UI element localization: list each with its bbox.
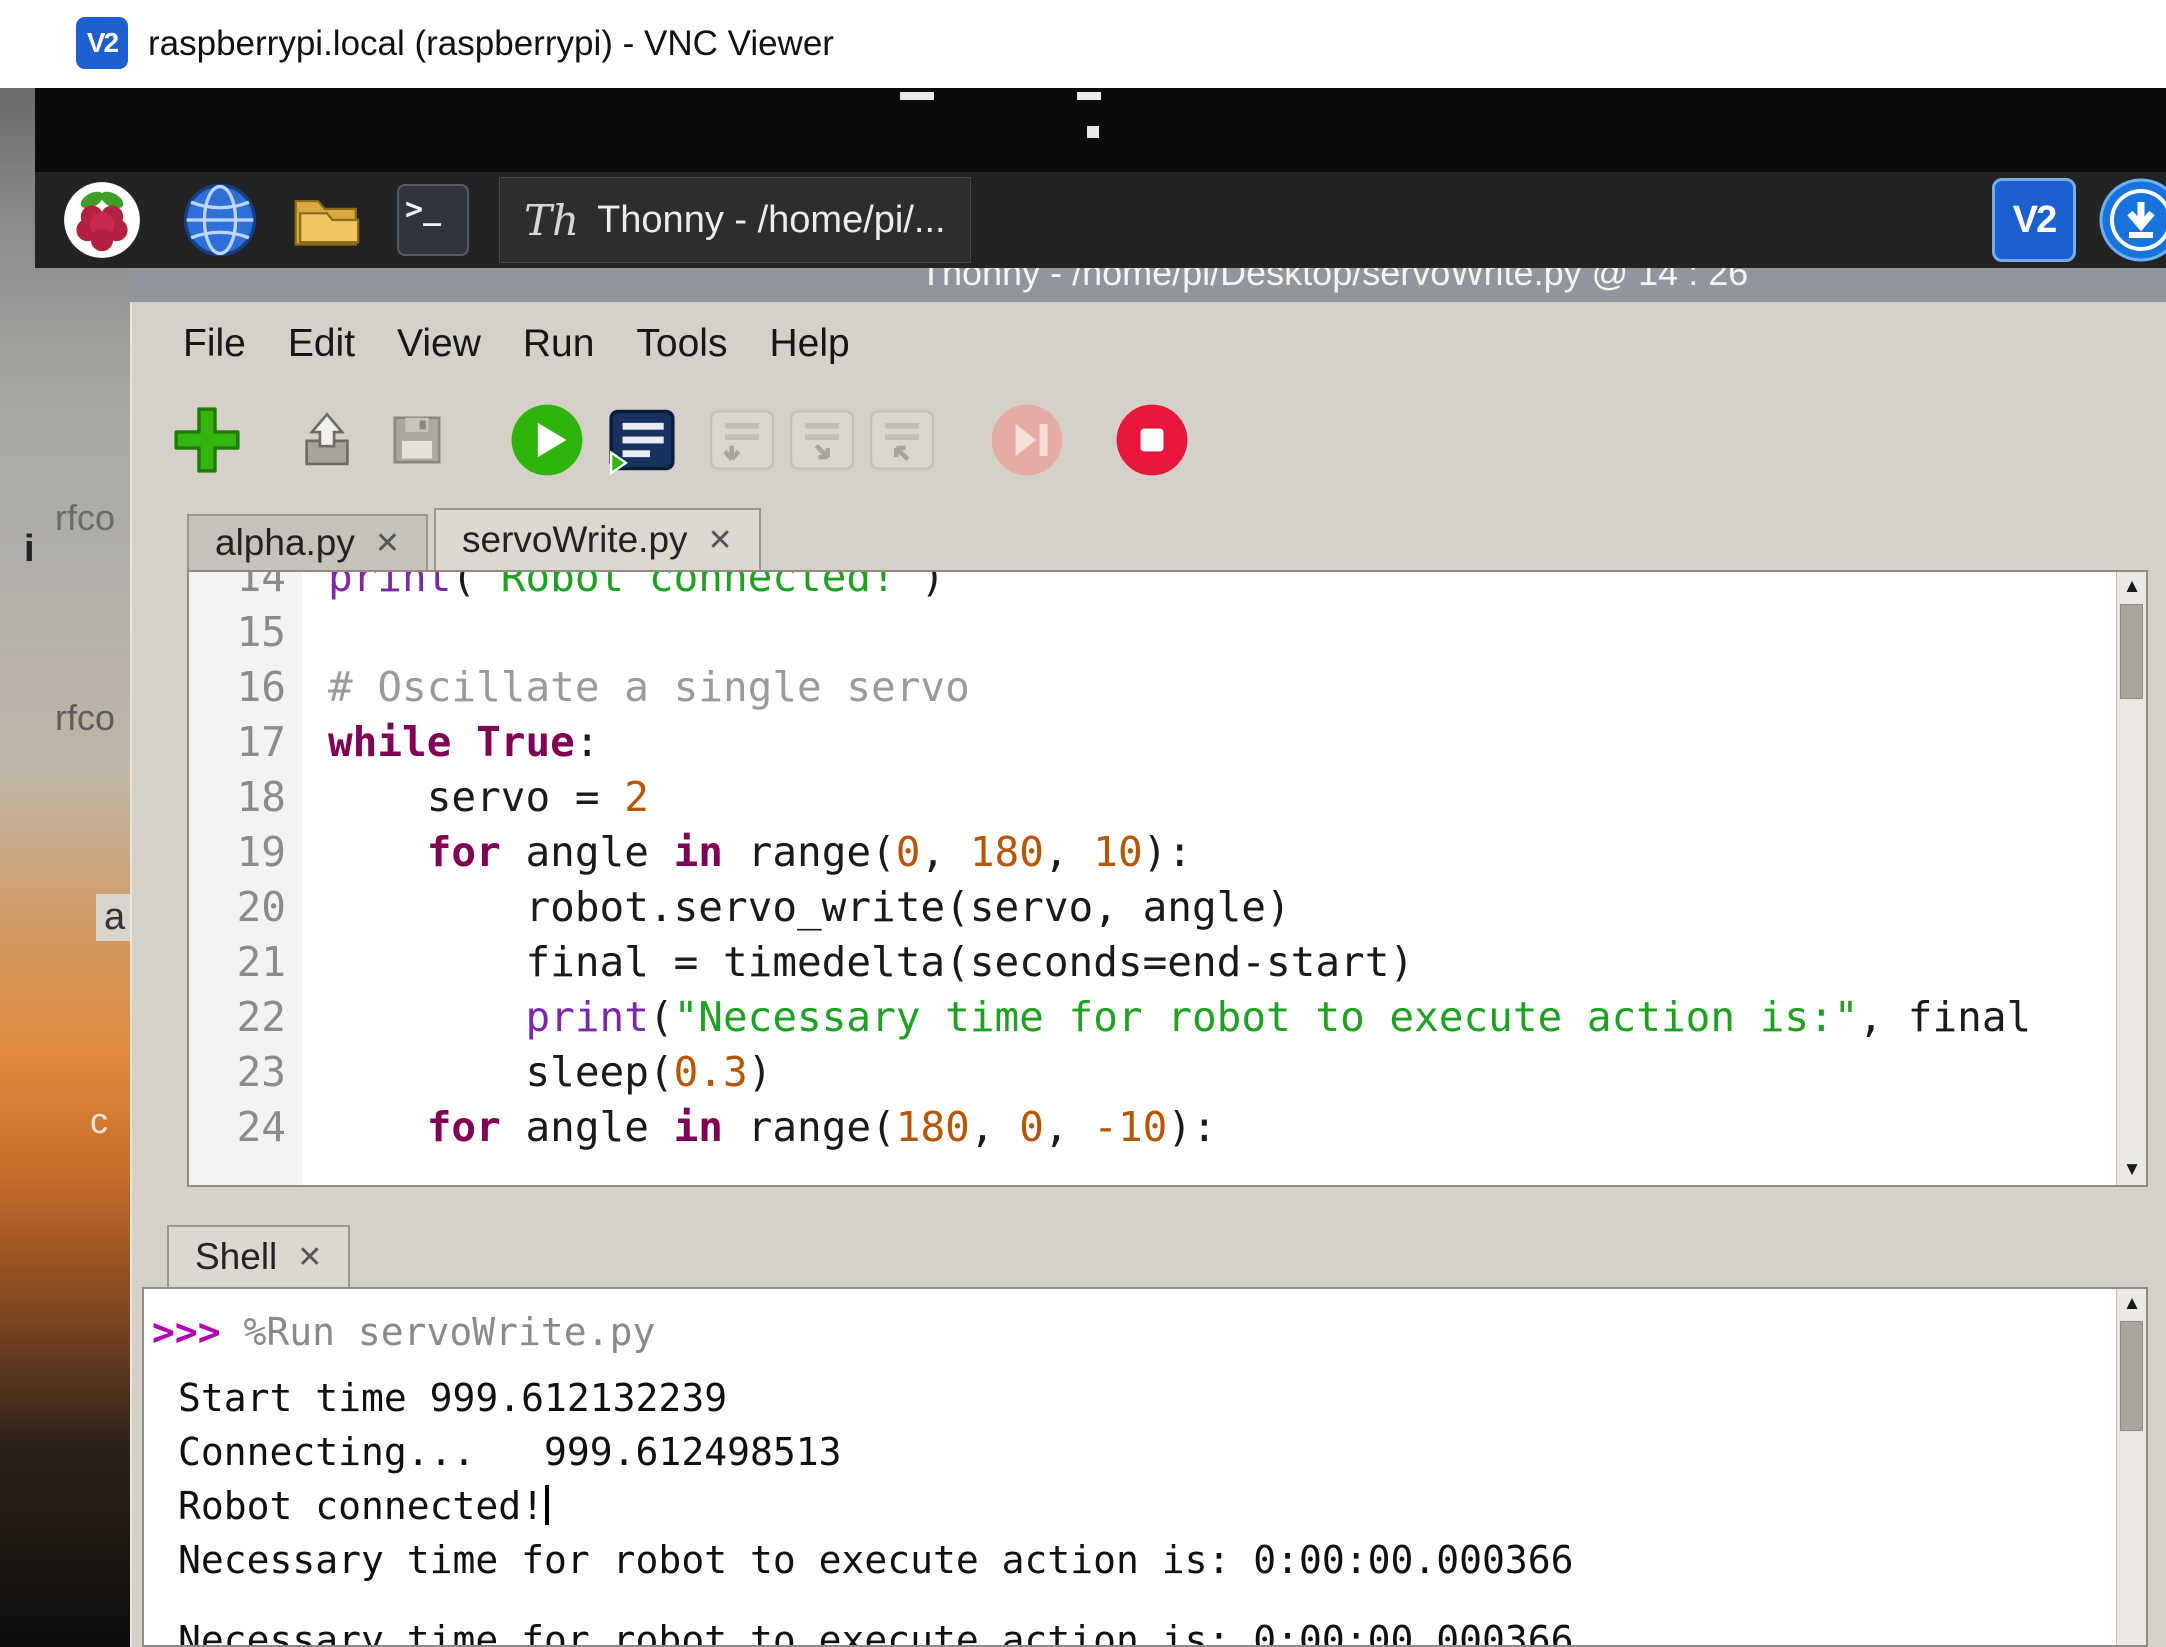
editor-tabbar: alpha.py ✕ servoWrite.py ✕: [132, 508, 767, 570]
menu-bar: FileEditViewRunToolsHelp: [132, 312, 871, 376]
thonny-window: FileEditViewRunToolsHelp: [130, 302, 2166, 1647]
tab-label: servoWrite.py: [462, 519, 688, 561]
code-line: robot.servo_write(servo, angle): [328, 880, 2116, 935]
window-remnant-mark: [900, 92, 934, 100]
file-manager-icon[interactable]: [289, 181, 367, 259]
taskbar-tray: V2: [1992, 172, 2166, 268]
shell-tabbar: Shell ✕: [132, 1225, 356, 1287]
new-file-button[interactable]: [167, 400, 247, 480]
desktop-text-fragment: a: [96, 894, 133, 941]
menu-edit[interactable]: Edit: [267, 322, 376, 366]
code-line: final = timedelta(seconds=end-start): [328, 935, 2116, 990]
line-number: 15: [189, 605, 286, 660]
line-number-gutter: 1415161718192021222324: [189, 570, 302, 1185]
line-number: 18: [189, 770, 286, 825]
save-file-button[interactable]: [377, 400, 457, 480]
vnc-server-tray-icon[interactable]: V2: [1992, 178, 2076, 262]
editor-scrollbar[interactable]: ▲ ▼: [2116, 572, 2146, 1185]
text-cursor: [545, 1485, 549, 1525]
code-line: sleep(0.3): [328, 1045, 2116, 1100]
line-number: 23: [189, 1045, 286, 1100]
tab-shell[interactable]: Shell ✕: [167, 1225, 350, 1287]
line-number: 14: [189, 570, 286, 605]
thonny-icon: Th: [524, 196, 579, 245]
terminal-glyph: >_: [405, 192, 441, 227]
desktop-text-fragment: c: [90, 1100, 108, 1142]
updater-tray-icon[interactable]: [2098, 177, 2166, 263]
code-line: [328, 605, 2116, 660]
line-number: 21: [189, 935, 286, 990]
taskbar-thonny-label: Thonny - /home/pi/...: [597, 199, 946, 242]
menu-help[interactable]: Help: [748, 322, 870, 366]
step-out-button[interactable]: [862, 400, 942, 480]
scroll-up-arrow-icon[interactable]: ▲: [2117, 1289, 2147, 1319]
shell-line: Necessary time for robot to execute acti…: [152, 1613, 2116, 1645]
tab-close-icon[interactable]: ✕: [297, 1240, 322, 1275]
shell-output[interactable]: >>> %Run servoWrite.py Start time 999.612…: [144, 1289, 2116, 1645]
line-number: 19: [189, 825, 286, 880]
vnc-viewer-titlebar: V2 raspberrypi.local (raspberrypi) - VNC…: [0, 0, 2166, 88]
menu-view[interactable]: View: [376, 322, 502, 366]
raspberry-menu-icon[interactable]: [63, 181, 141, 259]
code-line: for angle in range(0, 180, 10):: [328, 825, 2116, 880]
run-script-button[interactable]: [507, 400, 587, 480]
desktop-text-fragment: i: [24, 528, 35, 571]
shell-line: Start time 999.612132239: [152, 1371, 2116, 1425]
menu-file[interactable]: File: [162, 322, 267, 366]
editor-scrollbar-thumb[interactable]: [2120, 604, 2143, 699]
code-line: print("Necessary time for robot to execu…: [328, 990, 2116, 1045]
toolbar: [132, 386, 1192, 494]
code-line: print("Robot connected!"): [328, 572, 2116, 605]
window-remnant-mark: [1087, 126, 1099, 138]
tab-servoWrite-py[interactable]: servoWrite.py ✕: [434, 508, 761, 570]
code-area[interactable]: print("Robot connected!") # Oscillate a …: [302, 572, 2116, 1185]
debug-script-button[interactable]: [602, 400, 682, 480]
background-strip: [35, 88, 2166, 172]
step-into-button[interactable]: [782, 400, 862, 480]
resume-button[interactable]: [987, 400, 1067, 480]
code-line: for angle in range(180, 0, -10):: [328, 1100, 2116, 1155]
desktop-text-fragment: rfco: [55, 697, 115, 739]
tab-label: Shell: [195, 1236, 277, 1278]
line-number: 16: [189, 660, 286, 715]
code-line: servo = 2: [328, 770, 2116, 825]
menu-run[interactable]: Run: [502, 322, 616, 366]
line-number: 22: [189, 990, 286, 1045]
shell-line: Necessary time for robot to execute acti…: [152, 1533, 2116, 1587]
line-number: 24: [189, 1100, 286, 1155]
taskbar: >_ Th Thonny - /home/pi/... V2: [35, 172, 2166, 268]
code-line: # Oscillate a single servo: [328, 660, 2116, 715]
tab-label: alpha.py: [215, 522, 355, 564]
shell-line: >>> %Run servoWrite.py: [152, 1305, 2116, 1359]
step-over-button[interactable]: [702, 400, 782, 480]
vnc-window-title: raspberrypi.local (raspberrypi) - VNC Vi…: [148, 0, 834, 88]
open-file-button[interactable]: [287, 400, 367, 480]
shell-line: Connecting... 999.612498513: [152, 1425, 2116, 1479]
scroll-up-arrow-icon[interactable]: ▲: [2117, 572, 2147, 602]
shell-panel[interactable]: >>> %Run servoWrite.py Start time 999.612…: [142, 1287, 2148, 1647]
stop-button[interactable]: [1112, 400, 1192, 480]
screen: V2 raspberrypi.local (raspberrypi) - VNC…: [0, 0, 2166, 1647]
tab-alpha-py[interactable]: alpha.py ✕: [187, 514, 428, 570]
taskbar-thonny-window-button[interactable]: Th Thonny - /home/pi/...: [499, 177, 971, 263]
scroll-down-arrow-icon[interactable]: ▼: [2117, 1155, 2147, 1185]
terminal-icon[interactable]: >_: [397, 184, 469, 256]
thonny-window-title-text: Thonny - /home/pi/Desktop/servoWrite.py …: [920, 268, 2166, 294]
web-browser-icon[interactable]: [181, 181, 259, 259]
thonny-window-titlebar: Thonny - /home/pi/Desktop/servoWrite.py …: [130, 268, 2166, 302]
shell-scrollbar-thumb[interactable]: [2120, 1321, 2143, 1431]
code-editor[interactable]: 1415161718192021222324 print("Robot conn…: [187, 570, 2148, 1187]
line-number: 17: [189, 715, 286, 770]
window-remnant-mark: [1077, 92, 1101, 100]
menu-tools[interactable]: Tools: [615, 322, 748, 366]
line-number: 20: [189, 880, 286, 935]
vnc-logo-icon: V2: [76, 17, 128, 69]
shell-line: Robot connected!: [152, 1479, 2116, 1533]
shell-scrollbar[interactable]: ▲: [2116, 1289, 2146, 1645]
tab-close-icon[interactable]: ✕: [375, 526, 400, 561]
code-line: while True:: [328, 715, 2116, 770]
desktop-text-fragment: rfco: [55, 497, 115, 539]
tab-close-icon[interactable]: ✕: [708, 523, 733, 558]
